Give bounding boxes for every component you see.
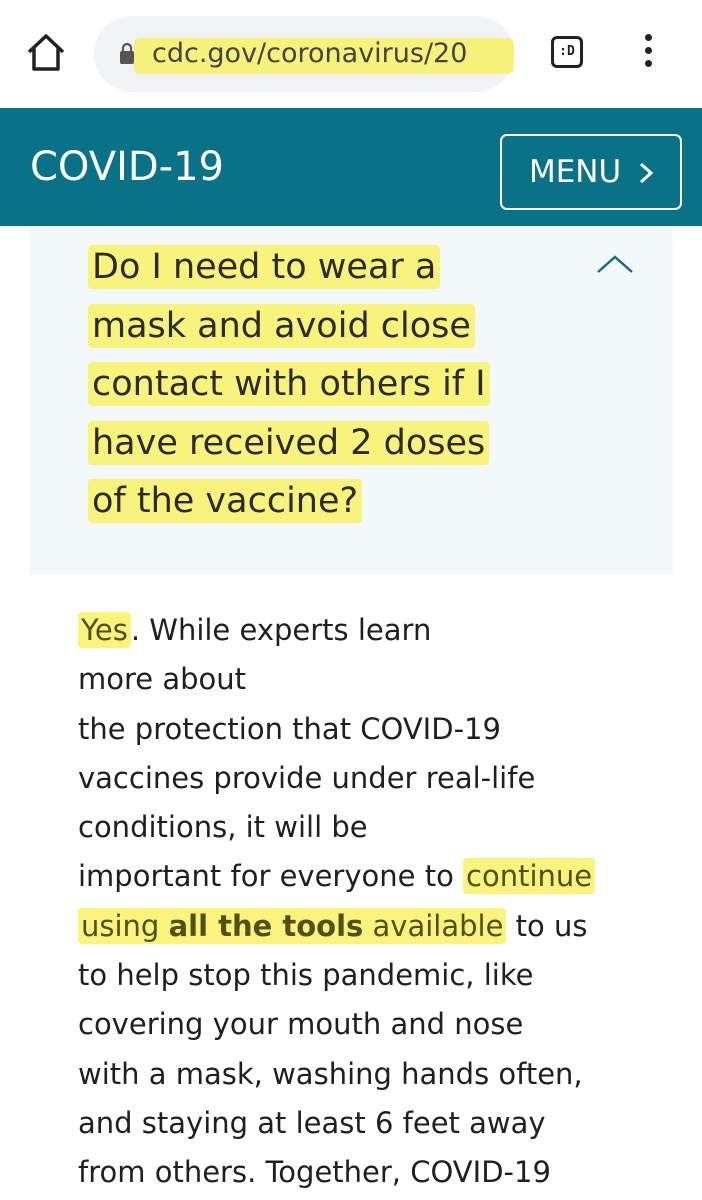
answer-line: covering your mouth and nose <box>78 1007 524 1042</box>
answer-line: with a mask, washing hands often, <box>78 1056 583 1091</box>
faq-answer: Yes. While experts learn more about the … <box>78 606 678 1198</box>
home-icon[interactable] <box>24 30 68 74</box>
answer-highlight-text: using <box>81 908 169 943</box>
faq-question: Do I need to wear a mask and avoid close… <box>88 238 518 531</box>
answer-lead: Yes <box>78 612 131 648</box>
url-text: cdc.gov/coronavirus/20 <box>152 38 468 69</box>
more-menu-icon[interactable] <box>636 34 660 74</box>
chevron-right-icon <box>639 136 654 208</box>
answer-line: conditions, it will be <box>78 810 368 845</box>
answer-highlight-bold: all the tools <box>168 908 364 943</box>
menu-button[interactable]: MENU <box>500 134 682 210</box>
tab-switcher-button[interactable]: :D <box>551 36 583 68</box>
answer-line: to help stop this pandemic, like <box>78 958 534 993</box>
answer-line: important for everyone to <box>78 859 464 894</box>
answer-line: and staying at least 6 feet away <box>78 1105 546 1140</box>
answer-line: to us <box>506 908 588 943</box>
answer-highlight: using all the tools available <box>78 907 507 944</box>
site-header: COVID-19 MENU <box>0 108 702 226</box>
menu-label: MENU <box>528 154 622 190</box>
lock-icon <box>120 42 134 64</box>
chevron-up-icon[interactable] <box>595 254 635 274</box>
answer-line: more about <box>78 662 247 697</box>
faq-question-line: have received 2 doses <box>88 420 490 465</box>
answer-highlight-text: available <box>363 908 504 943</box>
faq-question-line: contact with others if I <box>88 362 490 406</box>
faq-accordion-item[interactable]: Do I need to wear a mask and avoid close… <box>30 226 673 574</box>
browser-toolbar: cdc.gov/coronavirus/20 :D <box>0 0 702 108</box>
answer-highlight: continue <box>463 858 596 895</box>
answer-line: the protection that COVID-19 <box>78 711 501 746</box>
answer-line: from others. Together, COVID-19 <box>78 1155 551 1190</box>
answer-line: vaccines provide under real-life <box>78 760 536 795</box>
faq-question-line: of the vaccine? <box>88 479 363 523</box>
faq-question-line: Do I need to wear a <box>88 245 441 289</box>
site-title[interactable]: COVID-19 <box>30 142 224 192</box>
answer-line: . While experts learn <box>130 613 432 647</box>
faq-question-line: mask and avoid close <box>88 303 475 348</box>
address-bar[interactable]: cdc.gov/coronavirus/20 <box>94 16 514 92</box>
